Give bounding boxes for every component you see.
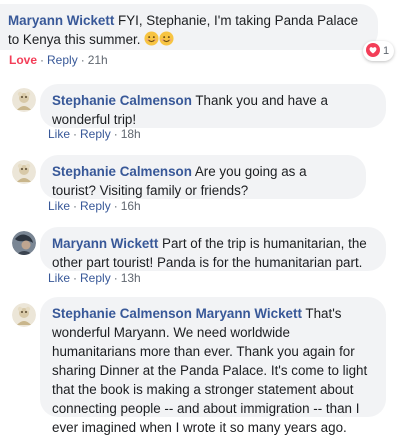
smiling-face-icon	[144, 31, 159, 51]
comment-actions: Like · Reply · 16h	[48, 199, 141, 213]
reply-button[interactable]: Reply	[47, 53, 78, 67]
comment-bubble: Stephanie Calmenson Thank you and have a…	[40, 84, 386, 128]
reply-button[interactable]: Reply	[80, 199, 111, 213]
like-button[interactable]: Like	[48, 127, 70, 141]
comment-actions: Like · Reply · 18h	[48, 127, 141, 141]
love-reaction-button[interactable]: Love	[9, 53, 37, 67]
like-button[interactable]: Like	[48, 199, 70, 213]
comment-actions: Love · Reply · 21h	[9, 53, 108, 67]
separator: ·	[80, 53, 85, 67]
reply-button[interactable]: Reply	[80, 271, 111, 285]
separator: ·	[73, 127, 78, 141]
avatar[interactable]	[12, 231, 36, 255]
comment-author[interactable]: Maryann Wickett	[52, 236, 158, 251]
like-button[interactable]: Like	[48, 271, 70, 285]
avatar[interactable]	[12, 303, 36, 327]
comment-bubble: Maryann Wickett FYI, Stephanie, I'm taki…	[0, 4, 378, 50]
separator: ·	[40, 53, 45, 67]
mention-link[interactable]: Maryann Wickett	[196, 306, 302, 321]
avatar[interactable]	[12, 160, 36, 184]
heart-icon	[366, 42, 380, 60]
comment-bubble: Stephanie Calmenson Maryann Wickett That…	[40, 297, 386, 435]
comment-author[interactable]: Maryann Wickett	[8, 13, 114, 28]
comment-timestamp[interactable]: 13h	[121, 271, 141, 285]
reply-button[interactable]: Reply	[80, 127, 111, 141]
comment-author[interactable]: Stephanie Calmenson	[52, 306, 192, 321]
comment-author[interactable]: Stephanie Calmenson	[52, 164, 192, 179]
separator: ·	[73, 199, 78, 213]
comment-text: That's wonderful Maryann. We need worldw…	[52, 306, 368, 435]
separator: ·	[73, 271, 78, 285]
comment-timestamp[interactable]: 21h	[88, 53, 108, 67]
avatar[interactable]	[12, 88, 36, 112]
smiling-face-icon	[159, 31, 174, 51]
comment-bubble: Stephanie Calmenson Are you going as a t…	[40, 155, 366, 199]
comment-timestamp[interactable]: 16h	[121, 199, 141, 213]
separator: ·	[113, 271, 118, 285]
separator: ·	[113, 127, 118, 141]
comment-bubble: Maryann Wickett Part of the trip is huma…	[40, 227, 386, 271]
separator: ·	[113, 199, 118, 213]
reaction-count-badge[interactable]: 1	[363, 41, 395, 61]
reaction-count: 1	[383, 45, 390, 57]
comment-timestamp[interactable]: 18h	[121, 127, 141, 141]
comment-actions: Like · Reply · 13h	[48, 271, 141, 285]
comment-author[interactable]: Stephanie Calmenson	[52, 93, 192, 108]
